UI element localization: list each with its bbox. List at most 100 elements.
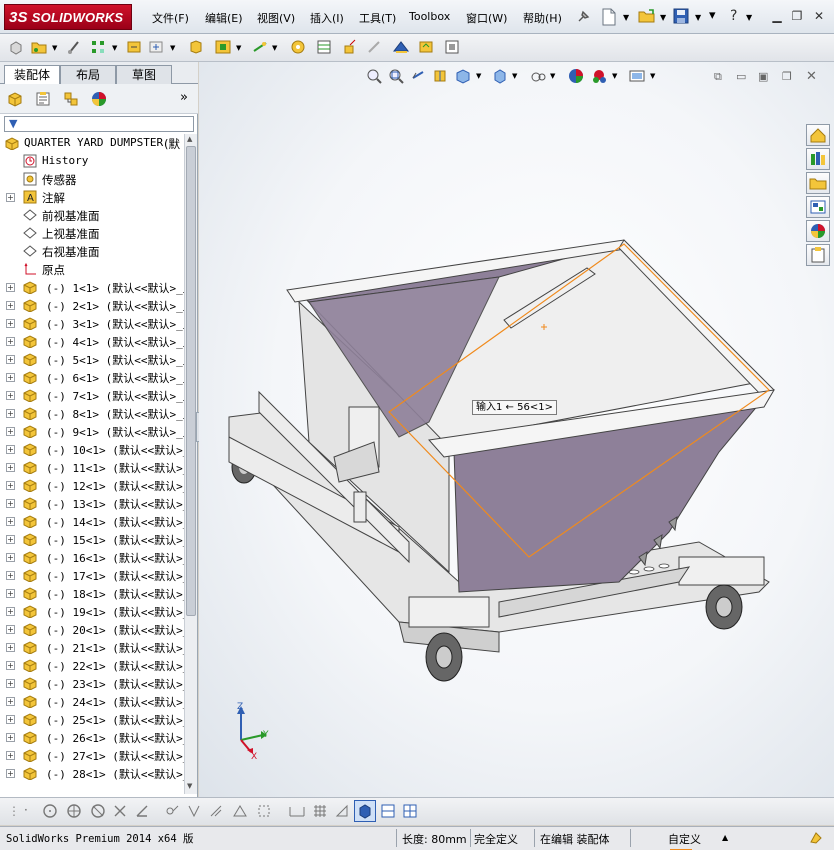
menu-edit[interactable]: 编辑(E) <box>205 10 243 26</box>
expand-toggle-icon[interactable]: + <box>6 607 15 616</box>
chevron-down-icon[interactable]: ▼ <box>272 44 277 52</box>
scroll-down-icon[interactable]: ▼ <box>187 782 192 790</box>
menu-view[interactable]: 视图(V) <box>257 10 295 26</box>
display-manager-icon[interactable] <box>90 90 108 108</box>
expand-toggle-icon[interactable]: + <box>6 373 15 382</box>
previous-view-icon[interactable] <box>410 68 426 84</box>
view-orientation-icon[interactable] <box>454 68 472 84</box>
midpoint-icon[interactable] <box>164 803 180 819</box>
apply-scene-icon[interactable] <box>590 68 608 84</box>
expand-toggle-icon[interactable]: + <box>6 751 15 760</box>
tree-component-row[interactable]: + (-) 4<1> (默认<<默认>_显 <box>0 332 184 350</box>
chevron-down-icon[interactable]: ▼ <box>623 13 629 22</box>
pin-icon[interactable] <box>575 9 591 25</box>
close-icon[interactable]: ✕ <box>811 8 827 24</box>
dumpster-model[interactable] <box>199 62 834 797</box>
component-icon[interactable] <box>8 40 24 56</box>
chevron-down-icon[interactable]: ▼ <box>236 44 241 52</box>
viewport-restore-icon[interactable]: ❐ <box>782 70 792 83</box>
coincident-icon[interactable] <box>256 803 272 819</box>
interference-detection-icon[interactable] <box>392 39 410 55</box>
viewport-options-icon[interactable]: ⧉ <box>714 70 722 84</box>
tree-component-row[interactable]: + (-) 15<1> (默认<<默认>_ <box>0 530 184 548</box>
tree-component-row[interactable]: + (-) 25<1> (默认<<默认>_ <box>0 710 184 728</box>
polygon-icon[interactable] <box>90 803 106 819</box>
expand-toggle-icon[interactable]: + <box>6 697 15 706</box>
expand-chevron-icon[interactable]: » <box>180 90 188 105</box>
tree-component-row[interactable]: + (-) 23<1> (默认<<默认>_ <box>0 674 184 692</box>
tree-component-row[interactable]: + (-) 13<1> (默认<<默认>_ <box>0 494 184 512</box>
expand-toggle-icon[interactable]: + <box>6 679 15 688</box>
options-icon[interactable]: ▾ <box>709 8 716 23</box>
assembly-features-icon[interactable] <box>214 39 232 55</box>
solidworks-logo[interactable]: 3S SOLIDWORKS <box>4 4 132 30</box>
rebuild-icon[interactable] <box>808 830 824 846</box>
tangent-icon[interactable] <box>134 803 150 819</box>
expand-toggle-icon[interactable]: + <box>6 589 15 598</box>
property-manager-icon[interactable] <box>34 90 52 108</box>
save-icon[interactable] <box>673 8 689 24</box>
tree-component-row[interactable]: + (-) 10<1> (默认<<默认>_ <box>0 440 184 458</box>
exploded-view-icon[interactable] <box>342 39 358 55</box>
expand-toggle-icon[interactable]: + <box>6 355 15 364</box>
perpendicular-icon[interactable] <box>186 803 202 819</box>
chevron-down-icon[interactable]: ▼ <box>650 72 655 80</box>
expand-toggle-icon[interactable]: + <box>6 283 15 292</box>
expand-toggle-icon[interactable]: + <box>6 517 15 526</box>
circle-icon[interactable] <box>42 803 58 819</box>
parallel-icon[interactable] <box>208 803 224 819</box>
appearances-icon[interactable] <box>806 220 830 242</box>
tree-component-row[interactable]: + (-) 12<1> (默认<<默认>_ <box>0 476 184 494</box>
chevron-down-icon[interactable]: ▼ <box>170 44 175 52</box>
display-style-icon[interactable] <box>492 68 508 84</box>
tab-assembly[interactable]: 装配体 <box>4 65 60 85</box>
show-hidden-icon[interactable] <box>188 39 204 55</box>
tree-item[interactable]: 传感器 <box>0 170 184 188</box>
chevron-down-icon[interactable]: ▼ <box>550 72 555 80</box>
filter-icon[interactable]: ▼ <box>9 117 17 130</box>
scroll-thumb[interactable] <box>186 146 196 616</box>
tree-component-row[interactable]: + (-) 1<1> (默认<<默认>_显 <box>0 278 184 296</box>
view-settings-icon[interactable] <box>628 68 646 84</box>
expand-toggle-icon[interactable]: + <box>6 553 15 562</box>
zoom-to-fit-icon[interactable] <box>366 68 382 84</box>
tab-sketch[interactable]: 草图 <box>116 65 172 84</box>
section-view-icon[interactable] <box>432 68 448 84</box>
tree-filter[interactable]: ▼ <box>4 116 194 132</box>
new-motion-study-icon[interactable] <box>290 39 306 55</box>
tree-component-row[interactable]: + (-) 6<1> (默认<<默认>_显 <box>0 368 184 386</box>
shaded-view-button[interactable] <box>354 800 376 822</box>
expand-toggle-icon[interactable]: + <box>6 193 15 202</box>
graphics-area[interactable]: Z Y X <box>199 62 834 797</box>
tree-component-row[interactable]: + (-) 7<1> (默认<<默认>_显 <box>0 386 184 404</box>
expand-toggle-icon[interactable]: + <box>6 661 15 670</box>
tree-component-row[interactable]: + (-) 9<1> (默认<<默认>_显 <box>0 422 184 440</box>
expand-toggle-icon[interactable]: + <box>6 733 15 742</box>
tree-component-row[interactable]: + (-) 22<1> (默认<<默认>_ <box>0 656 184 674</box>
tree-component-row[interactable]: + (-) 27<1> (默认<<默认>_ <box>0 746 184 764</box>
tree-component-row[interactable]: + (-) 5<1> (默认<<默认>_显 <box>0 350 184 368</box>
scroll-up-icon[interactable]: ▲ <box>187 135 192 143</box>
help-icon[interactable]: ? <box>730 8 737 24</box>
design-library-icon[interactable] <box>806 148 830 170</box>
edit-appearance-icon[interactable] <box>568 68 584 84</box>
properties-icon[interactable] <box>444 39 460 55</box>
tree-component-row[interactable]: + (-) 3<1> (默认<<默认>_显 <box>0 314 184 332</box>
expand-toggle-icon[interactable]: + <box>6 769 15 778</box>
move-component-icon[interactable] <box>148 39 164 55</box>
open-folder-icon[interactable] <box>638 8 656 24</box>
tree-item[interactable]: History <box>0 152 184 170</box>
angle-icon[interactable] <box>334 803 350 819</box>
menu-insert[interactable]: 插入(I) <box>310 10 344 26</box>
chevron-down-icon[interactable]: ▼ <box>512 72 517 80</box>
tree-component-row[interactable]: + (-) 19<1> (默认<<默认>_ <box>0 602 184 620</box>
tree-item[interactable]: 右视基准面 <box>0 242 184 260</box>
chevron-down-icon[interactable]: ▼ <box>52 44 57 52</box>
tree-component-row[interactable]: + (-) 11<1> (默认<<默认>_ <box>0 458 184 476</box>
tree-item[interactable]: 上视基准面 <box>0 224 184 242</box>
solidworks-resources-icon[interactable] <box>806 124 830 146</box>
tree-component-row[interactable]: + (-) 8<1> (默认<<默认>_显 <box>0 404 184 422</box>
tree-item[interactable]: + A 注解 <box>0 188 184 206</box>
tree-item[interactable]: 前视基准面 <box>0 206 184 224</box>
expand-toggle-icon[interactable]: + <box>6 319 15 328</box>
